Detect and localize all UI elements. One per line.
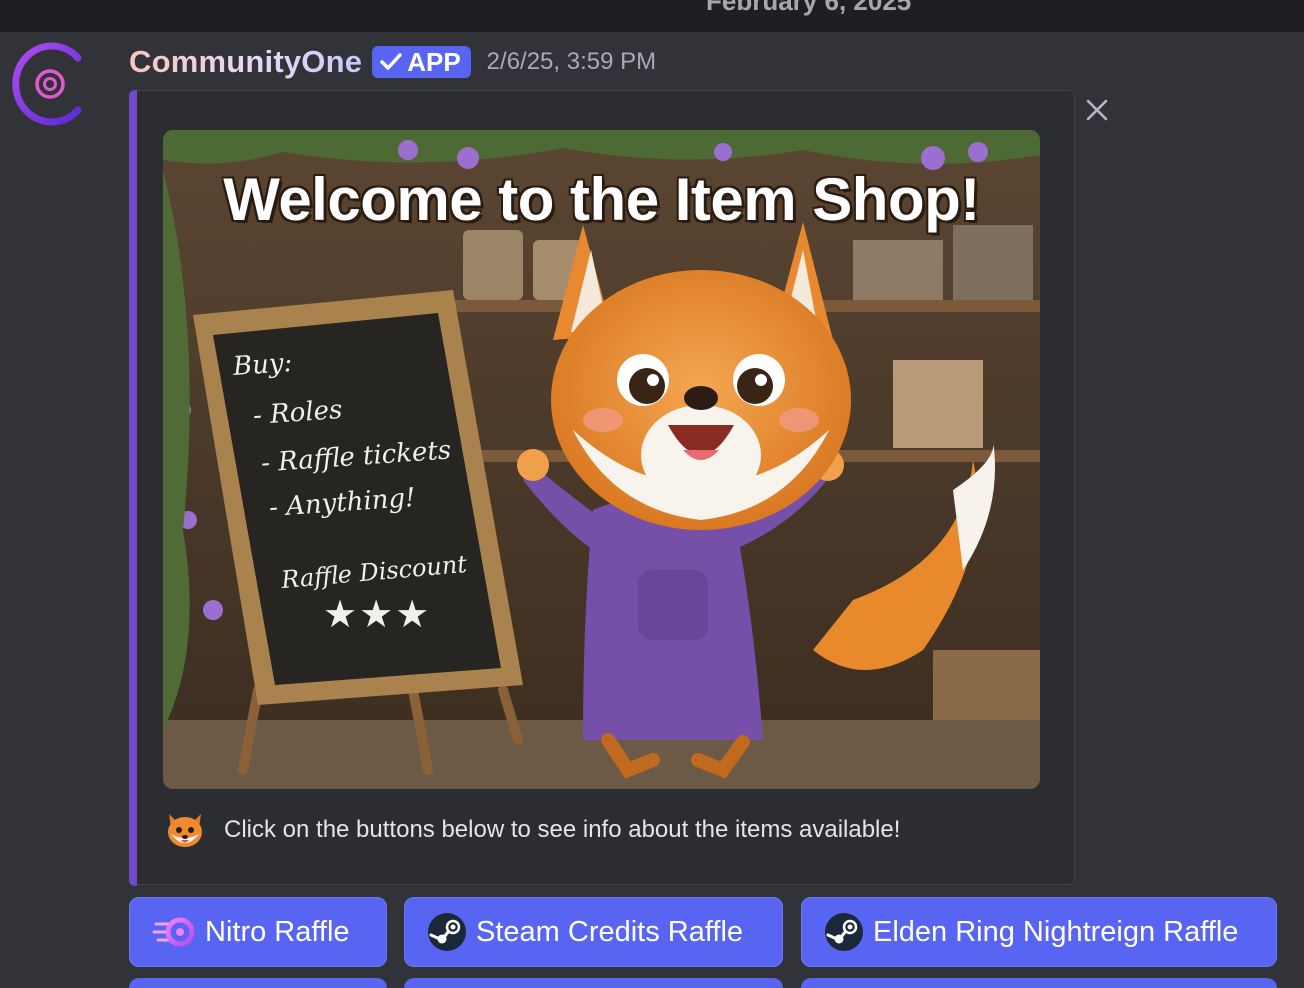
elden-ring-nightreign-raffle-button[interactable]: Elden Ring Nightreign Raffle <box>801 897 1277 967</box>
nitro-icon <box>152 917 195 947</box>
embed-footer-text: Click on the buttons below to see info a… <box>224 816 901 843</box>
nitro-raffle-button[interactable]: Nitro Raffle <box>129 897 387 967</box>
elden-ring-nightreign-raffle-label: Elden Ring Nightreign Raffle <box>873 915 1239 948</box>
shop-image-title: Welcome to the Item Shop! <box>223 166 980 233</box>
board-line-anything: - Anything! <box>268 482 417 524</box>
board-line-raffle-tickets: - Raffle tickets <box>260 435 453 479</box>
message-header: CommunityOne APP 2/6/25, 3:59 PM <box>129 42 656 82</box>
next-row-button-edge[interactable] <box>801 978 1277 988</box>
board-line-raffle-discount: Raffle Discount <box>280 549 468 595</box>
app-badge: APP <box>372 46 471 78</box>
next-row-button-edge[interactable] <box>129 978 387 988</box>
board-line-buy: Buy: <box>232 347 294 383</box>
steam-icon <box>825 913 863 951</box>
nitro-raffle-label: Nitro Raffle <box>205 915 350 948</box>
item-shop-image[interactable]: Welcome to the Item Shop! Buy: - Roles -… <box>163 130 1040 789</box>
author-name[interactable]: CommunityOne <box>129 44 362 80</box>
board-line-roles: - Roles <box>252 394 344 432</box>
steam-credits-raffle-button[interactable]: Steam Credits Raffle <box>404 897 783 967</box>
date-divider: February 6, 2025 <box>706 0 912 16</box>
top-bar: February 6, 2025 <box>0 0 1304 32</box>
embed-footer: Click on the buttons below to see info a… <box>163 808 900 852</box>
fox-emoji-icon <box>168 814 202 847</box>
checkmark-icon <box>380 53 402 70</box>
steam-credits-raffle-label: Steam Credits Raffle <box>476 915 744 948</box>
chalkboard: Buy: - Roles - Raffle tickets - Anything… <box>203 330 503 680</box>
embed-accent-bar <box>129 90 137 886</box>
app-badge-label: APP <box>407 46 461 77</box>
message-timestamp[interactable]: 2/6/25, 3:59 PM <box>487 48 656 76</box>
close-icon[interactable] <box>1083 96 1111 124</box>
communityone-logo-icon[interactable] <box>8 40 86 128</box>
board-stars: ★★★ <box>323 592 432 636</box>
steam-icon <box>428 913 466 951</box>
next-row-button-edge[interactable] <box>404 978 783 988</box>
